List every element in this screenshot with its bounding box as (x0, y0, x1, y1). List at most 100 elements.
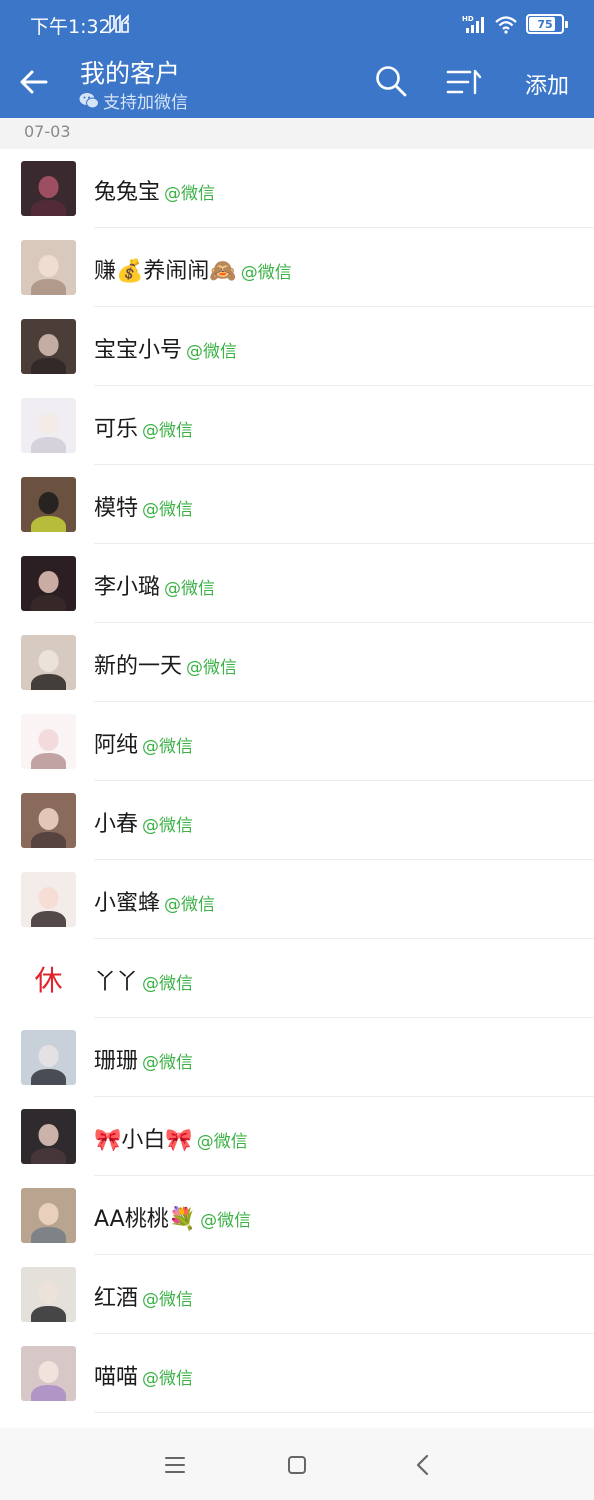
contact-name: 喵喵 (94, 1365, 139, 1390)
back-icon[interactable] (408, 1450, 438, 1480)
contact-row[interactable]: 休丫丫 @微信 (0, 939, 594, 1018)
contact-row[interactable]: 小蜜蜂 @微信 (0, 860, 594, 939)
wechat-tag: @微信 (240, 263, 292, 283)
contact-row[interactable]: 模特 @微信 (0, 465, 594, 544)
wechat-tag: @微信 (200, 1211, 252, 1231)
contact-name-row: 可乐 @微信 (94, 411, 193, 443)
page-title: 我的客户 (80, 59, 181, 88)
contact-name: 赚💰养闹闹🙈 (94, 259, 237, 284)
contact-row[interactable]: 小春 @微信 (0, 781, 594, 860)
contact-row[interactable]: 红酒 @微信 (0, 1255, 594, 1334)
wechat-tag: @微信 (164, 579, 216, 599)
wechat-tag: @微信 (142, 974, 194, 994)
avatar (21, 398, 76, 453)
svg-text:HD: HD (462, 15, 474, 23)
contact-name: 模特 (94, 496, 139, 521)
add-button[interactable]: 添加 (525, 68, 569, 100)
avatar (21, 556, 76, 611)
app-header: 下午1:32 HD 75 我的客户 支持加微信 添加 (0, 0, 594, 118)
contact-name: 红酒 (94, 1286, 139, 1311)
avatar (21, 872, 76, 927)
avatar (21, 714, 76, 769)
contact-row[interactable]: AA桃桃💐 @微信 (0, 1176, 594, 1255)
row-divider (94, 1412, 594, 1413)
contact-name-row: 红酒 @微信 (94, 1280, 193, 1312)
contact-name-row: 小蜜蜂 @微信 (94, 885, 215, 917)
contact-row[interactable]: 珊珊 @微信 (0, 1018, 594, 1097)
contact-name: 可乐 (94, 417, 139, 442)
home-icon[interactable] (282, 1450, 312, 1480)
wechat-tag: @微信 (164, 184, 216, 204)
wechat-tag: @微信 (196, 1132, 248, 1152)
avatar (21, 1030, 76, 1085)
avatar (21, 319, 76, 374)
avatar-text: 休 (21, 951, 76, 1006)
wechat-tag: @微信 (142, 1053, 194, 1073)
contact-name-row: 丫丫 @微信 (94, 964, 193, 996)
avatar (21, 1267, 76, 1322)
system-nav-bar (0, 1428, 594, 1500)
contact-name: 小蜜蜂 (94, 891, 161, 916)
avatar (21, 635, 76, 690)
page-subtitle: 支持加微信 (79, 88, 188, 113)
contact-name: 新的一天 (94, 654, 183, 679)
contact-name: 丫丫 (94, 970, 139, 995)
contact-row[interactable]: 宝宝小号 @微信 (0, 307, 594, 386)
contact-name-row: 宝宝小号 @微信 (94, 332, 237, 364)
date-divider: 07-03 (0, 118, 594, 149)
wechat-tag: @微信 (142, 816, 194, 836)
wechat-tag: @微信 (142, 1369, 194, 1389)
avatar (21, 1346, 76, 1401)
contact-name: AA桃桃💐 (94, 1207, 197, 1232)
contact-name-row: 珊珊 @微信 (94, 1043, 193, 1075)
date-label: 07-03 (24, 122, 71, 141)
contact-name-row: 兔兔宝 @微信 (94, 174, 215, 206)
contact-name: 珊珊 (94, 1049, 139, 1074)
wifi-icon (495, 16, 517, 34)
contact-name: 阿纯 (94, 733, 139, 758)
contact-row[interactable]: 喵喵 @微信 (0, 1334, 594, 1413)
avatar (21, 477, 76, 532)
contact-name-row: 模特 @微信 (94, 490, 193, 522)
avatar (21, 161, 76, 216)
search-icon[interactable] (374, 64, 408, 98)
contact-row[interactable]: 阿纯 @微信 (0, 702, 594, 781)
contact-list: 兔兔宝 @微信 赚💰养闹闹🙈 @微信 宝宝小号 @微信 可乐 @微信 模特 @微信 李小璐 @微信 新的… (0, 149, 594, 1413)
status-time: 下午1:32 (30, 16, 111, 38)
contact-row[interactable]: 李小璐 @微信 (0, 544, 594, 623)
wechat-tag: @微信 (186, 658, 238, 678)
contact-name-row: 新的一天 @微信 (94, 648, 237, 680)
contact-name-row: 赚💰养闹闹🙈 @微信 (94, 253, 292, 285)
contact-name-row: 喵喵 @微信 (94, 1359, 193, 1391)
sort-icon[interactable] (446, 66, 482, 98)
wechat-tag: @微信 (142, 737, 194, 757)
battery-icon: 75 (526, 14, 564, 34)
contact-name-row: 阿纯 @微信 (94, 727, 193, 759)
contact-row[interactable]: 兔兔宝 @微信 (0, 149, 594, 228)
wechat-tag: @微信 (142, 421, 194, 441)
contact-name: 李小璐 (94, 575, 161, 600)
wechat-icon (79, 93, 99, 109)
avatar (21, 1109, 76, 1164)
status-icons: HD 75 (462, 12, 568, 36)
hd-signal-icon: HD (462, 15, 484, 33)
wechat-tag: @微信 (142, 500, 194, 520)
signal-stripes-icon (109, 14, 129, 34)
contact-row[interactable]: 🎀小白🎀 @微信 (0, 1097, 594, 1176)
contact-row[interactable]: 新的一天 @微信 (0, 623, 594, 702)
contact-row[interactable]: 赚💰养闹闹🙈 @微信 (0, 228, 594, 307)
back-arrow-icon[interactable] (18, 66, 50, 98)
contact-name: 小春 (94, 812, 139, 837)
subtitle-text: 支持加微信 (103, 93, 188, 113)
status-bar: 下午1:32 HD 75 (0, 0, 594, 46)
wechat-tag: @微信 (186, 342, 238, 362)
contact-name: 兔兔宝 (94, 180, 161, 205)
contact-row[interactable]: 可乐 @微信 (0, 386, 594, 465)
menu-icon[interactable] (160, 1450, 190, 1480)
contact-name: 🎀小白🎀 (94, 1128, 193, 1153)
contact-name-row: 🎀小白🎀 @微信 (94, 1122, 248, 1154)
avatar (21, 793, 76, 848)
contact-name-row: 小春 @微信 (94, 806, 193, 838)
avatar (21, 1188, 76, 1243)
battery-level: 75 (537, 17, 553, 31)
